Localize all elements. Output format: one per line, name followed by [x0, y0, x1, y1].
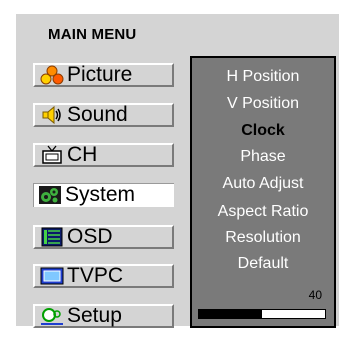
- menu-item-label: CH: [67, 143, 98, 166]
- monitor-icon: [38, 266, 65, 286]
- menu-item-label: Sound: [67, 103, 128, 126]
- menu-item-label: TVPC: [67, 264, 124, 287]
- menu-item-picture[interactable]: Picture: [33, 63, 174, 87]
- tv-icon: [38, 145, 65, 165]
- menu-item-label: OSD: [67, 225, 113, 248]
- main-menu-title: MAIN MENU: [48, 26, 137, 43]
- submenu-item-h-position[interactable]: H Position: [192, 68, 334, 86]
- submenu-item-default[interactable]: Default: [192, 255, 334, 273]
- menu-item-label: Setup: [67, 304, 122, 327]
- submenu-panel: H Position V Position Clock Phase Auto A…: [190, 56, 336, 328]
- menu-item-osd[interactable]: OSD: [33, 225, 174, 249]
- menu-item-system[interactable]: System: [33, 183, 174, 207]
- speaker-icon: [38, 105, 65, 125]
- submenu-item-clock[interactable]: Clock: [192, 122, 334, 140]
- clock-value: 40: [308, 288, 322, 302]
- submenu-item-auto-adjust[interactable]: Auto Adjust: [192, 175, 334, 193]
- menu-item-tvpc[interactable]: TVPC: [33, 264, 174, 288]
- menu-item-label: System: [65, 183, 136, 206]
- gears-icon: [36, 185, 63, 205]
- menu-item-label: Picture: [67, 63, 133, 86]
- clock-slider[interactable]: [198, 309, 326, 319]
- submenu-item-resolution[interactable]: Resolution: [192, 229, 334, 247]
- osd-icon: [38, 227, 65, 247]
- setup-icon: [38, 306, 65, 326]
- submenu-item-v-position[interactable]: V Position: [192, 95, 334, 113]
- clock-slider-fill: [199, 310, 262, 318]
- submenu-item-phase[interactable]: Phase: [192, 148, 334, 166]
- menu-item-sound[interactable]: Sound: [33, 103, 174, 127]
- menu-item-ch[interactable]: CH: [33, 143, 174, 167]
- menu-item-setup[interactable]: Setup: [33, 304, 174, 328]
- palette-icon: [38, 65, 65, 85]
- submenu-item-aspect-ratio[interactable]: Aspect Ratio: [192, 203, 334, 221]
